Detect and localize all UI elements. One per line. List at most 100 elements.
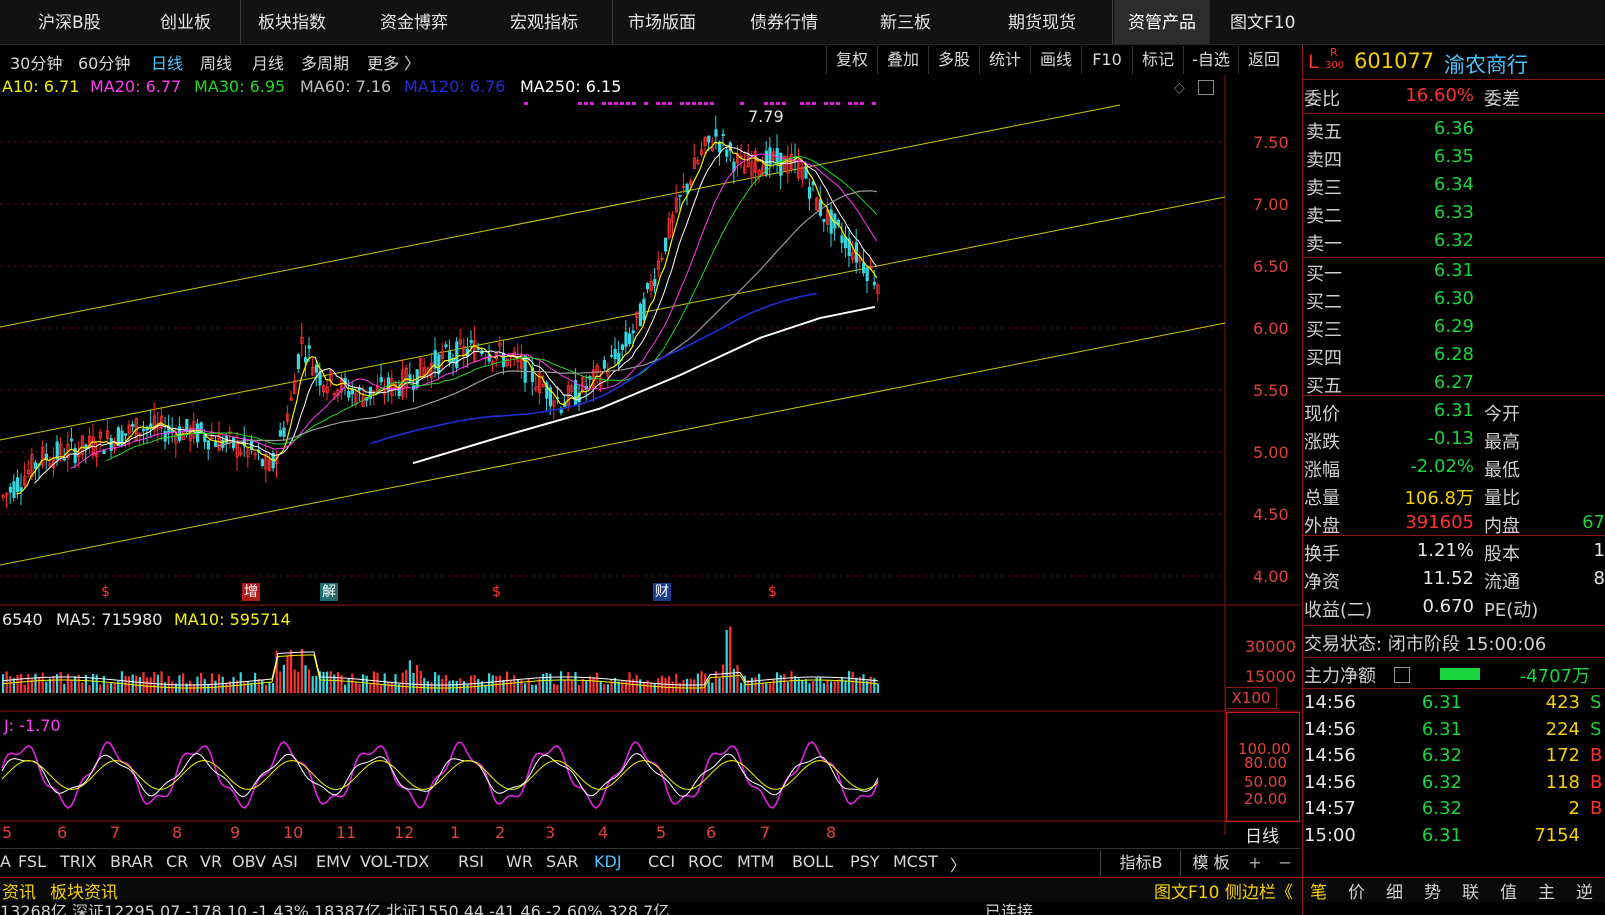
indicator-tab-boll[interactable]: BOLL <box>792 852 833 871</box>
issue-marker[interactable]: 增 <box>242 583 260 601</box>
period-30min[interactable]: 30分钟 <box>10 50 62 74</box>
period-monthly[interactable]: 月线 <box>252 50 284 74</box>
indicator-tab-emv[interactable]: EMV <box>316 852 351 871</box>
indicator-tab-sar[interactable]: SAR <box>546 852 579 871</box>
indicator-tab-cci[interactable]: CCI <box>648 852 675 871</box>
add-pane-button[interactable]: + <box>1240 850 1270 876</box>
indicator-tab-kdj[interactable]: KDJ <box>594 852 622 871</box>
indicator-tab-obv[interactable]: OBV <box>232 852 266 871</box>
period-60min[interactable]: 60分钟 <box>78 50 130 74</box>
nav-item-asset-mgmt[interactable]: 资管产品 <box>1114 0 1210 44</box>
signal-dot <box>848 102 852 105</box>
ask-label: 卖三 <box>1306 178 1342 199</box>
tick-price: 6.31 <box>1421 692 1462 713</box>
dividend-marker[interactable]: $ <box>490 583 503 601</box>
tick-side: B <box>1590 771 1603 793</box>
indicator-tab-roc[interactable]: ROC <box>688 852 723 871</box>
toolbar-mark[interactable]: 标记 <box>1132 46 1183 74</box>
candle-body <box>840 235 844 243</box>
indicator-tab-wr[interactable]: WR <box>506 852 533 871</box>
toolbar-multi-stock[interactable]: 多股 <box>928 46 979 74</box>
volume-bar <box>693 679 696 693</box>
volume-bar <box>516 679 519 693</box>
stat-label: 总量 <box>1304 488 1340 509</box>
toolbar-watchlist[interactable]: -自选 <box>1183 46 1238 74</box>
period-daily[interactable]: 日线 <box>151 50 183 74</box>
volume-bar <box>257 678 260 693</box>
candle-body <box>307 345 311 349</box>
nav-item-b-shares[interactable]: 沪深B股 <box>38 0 101 44</box>
period-multi[interactable]: 多周期 <box>301 50 349 74</box>
flow-detail-icon[interactable] <box>1394 667 1410 683</box>
volume-bar <box>38 677 41 693</box>
volume-bar <box>336 672 339 693</box>
period-more[interactable]: 更多 〉 <box>367 50 420 74</box>
signal-dot <box>704 102 708 105</box>
nav-item-chinext[interactable]: 创业板 <box>160 0 211 44</box>
volume-bar <box>304 665 307 693</box>
indicator-tab-brar[interactable]: BRAR <box>110 852 154 871</box>
nav-item-bonds[interactable]: 债券行情 <box>750 0 818 44</box>
nav-item-neeq[interactable]: 新三板 <box>880 0 931 44</box>
volume-bar <box>750 677 753 693</box>
ask-price: 6.36 <box>1433 118 1474 139</box>
indicator-tab-asi[interactable]: ASI <box>272 852 298 871</box>
sidebar-toggle[interactable]: 图文F10 侧边栏《 <box>1154 878 1293 903</box>
stat-label-2: 量比 <box>1484 488 1520 509</box>
toolbar-stats[interactable]: 统计 <box>979 46 1030 74</box>
volume-bar <box>120 671 123 693</box>
ask-label: 卖五 <box>1306 122 1342 143</box>
volume-bar <box>545 672 548 693</box>
indicator-tab-psy[interactable]: PSY <box>850 852 880 871</box>
earnings-marker[interactable]: 财 <box>653 583 671 601</box>
indicator-tab-rsi[interactable]: RSI <box>458 852 484 871</box>
toolbar-f10[interactable]: F10 <box>1081 46 1132 74</box>
period-weekly[interactable]: 周线 <box>200 50 232 74</box>
toolbar-draw[interactable]: 画线 <box>1030 46 1081 74</box>
volume-bar <box>81 682 84 693</box>
unlock-marker[interactable]: 解 <box>320 583 338 601</box>
indicator-tab-voltdx[interactable]: VOL-TDX <box>360 852 429 871</box>
indicator-tab-mtm[interactable]: MTM <box>737 852 774 871</box>
nav-item-market-layout[interactable]: 市场版面 <box>628 0 696 44</box>
dividend-marker[interactable]: $ <box>99 583 112 601</box>
indicator-tab-vr[interactable]: VR <box>200 852 222 871</box>
toolbar-adjust[interactable]: 复权 <box>826 46 877 74</box>
nav-item-capital-game[interactable]: 资金博弈 <box>380 0 448 44</box>
nav-item-futures[interactable]: 期货现货 <box>1008 0 1076 44</box>
news-link[interactable]: 资讯 <box>2 878 36 903</box>
volume-bar <box>322 671 325 693</box>
volume-bar <box>729 626 732 693</box>
month-label: 6 <box>706 823 717 842</box>
indicator-b-button[interactable]: 指标B <box>1100 850 1181 876</box>
volume-bar <box>783 674 786 693</box>
sector-news-link[interactable]: 板块资讯 <box>50 878 118 903</box>
remove-pane-button[interactable]: − <box>1270 850 1300 876</box>
indicator-tab-cr[interactable]: CR <box>166 852 188 871</box>
toolbar-overlay[interactable]: 叠加 <box>877 46 928 74</box>
candle-body <box>469 340 473 344</box>
period-badge[interactable]: 日线 <box>1226 822 1298 847</box>
template-button[interactable]: 模 板 <box>1180 850 1241 876</box>
volume-bar <box>279 671 282 693</box>
stat-value: 11.52 <box>1422 568 1474 589</box>
toolbar-back[interactable]: 返回 <box>1238 46 1289 74</box>
signal-dot <box>584 102 588 105</box>
indicator-tab-mcst[interactable]: MCST <box>893 852 938 871</box>
volume-bar <box>261 679 264 693</box>
indicator-tab-[interactable]: 〉 <box>950 852 966 876</box>
nav-item-macro[interactable]: 宏观指标 <box>510 0 578 44</box>
nav-item-sector-index[interactable]: 板块指数 <box>258 0 326 44</box>
candle-body <box>829 209 833 234</box>
indicator-tab-trix[interactable]: TRIX <box>60 852 97 871</box>
dividend-marker[interactable]: $ <box>766 583 779 601</box>
volume-bar <box>88 684 91 693</box>
month-label: 3 <box>545 823 556 842</box>
channel-upper-line <box>0 104 1121 328</box>
volume-bar <box>146 677 149 693</box>
indicator-tab-fsl[interactable]: FSL <box>18 852 46 871</box>
volume-ma5: MA5: 715980 <box>56 610 163 629</box>
volume-bar <box>135 675 138 693</box>
indicator-tab-a[interactable]: A <box>0 852 11 871</box>
nav-item-f10[interactable]: 图文F10 <box>1230 0 1295 44</box>
